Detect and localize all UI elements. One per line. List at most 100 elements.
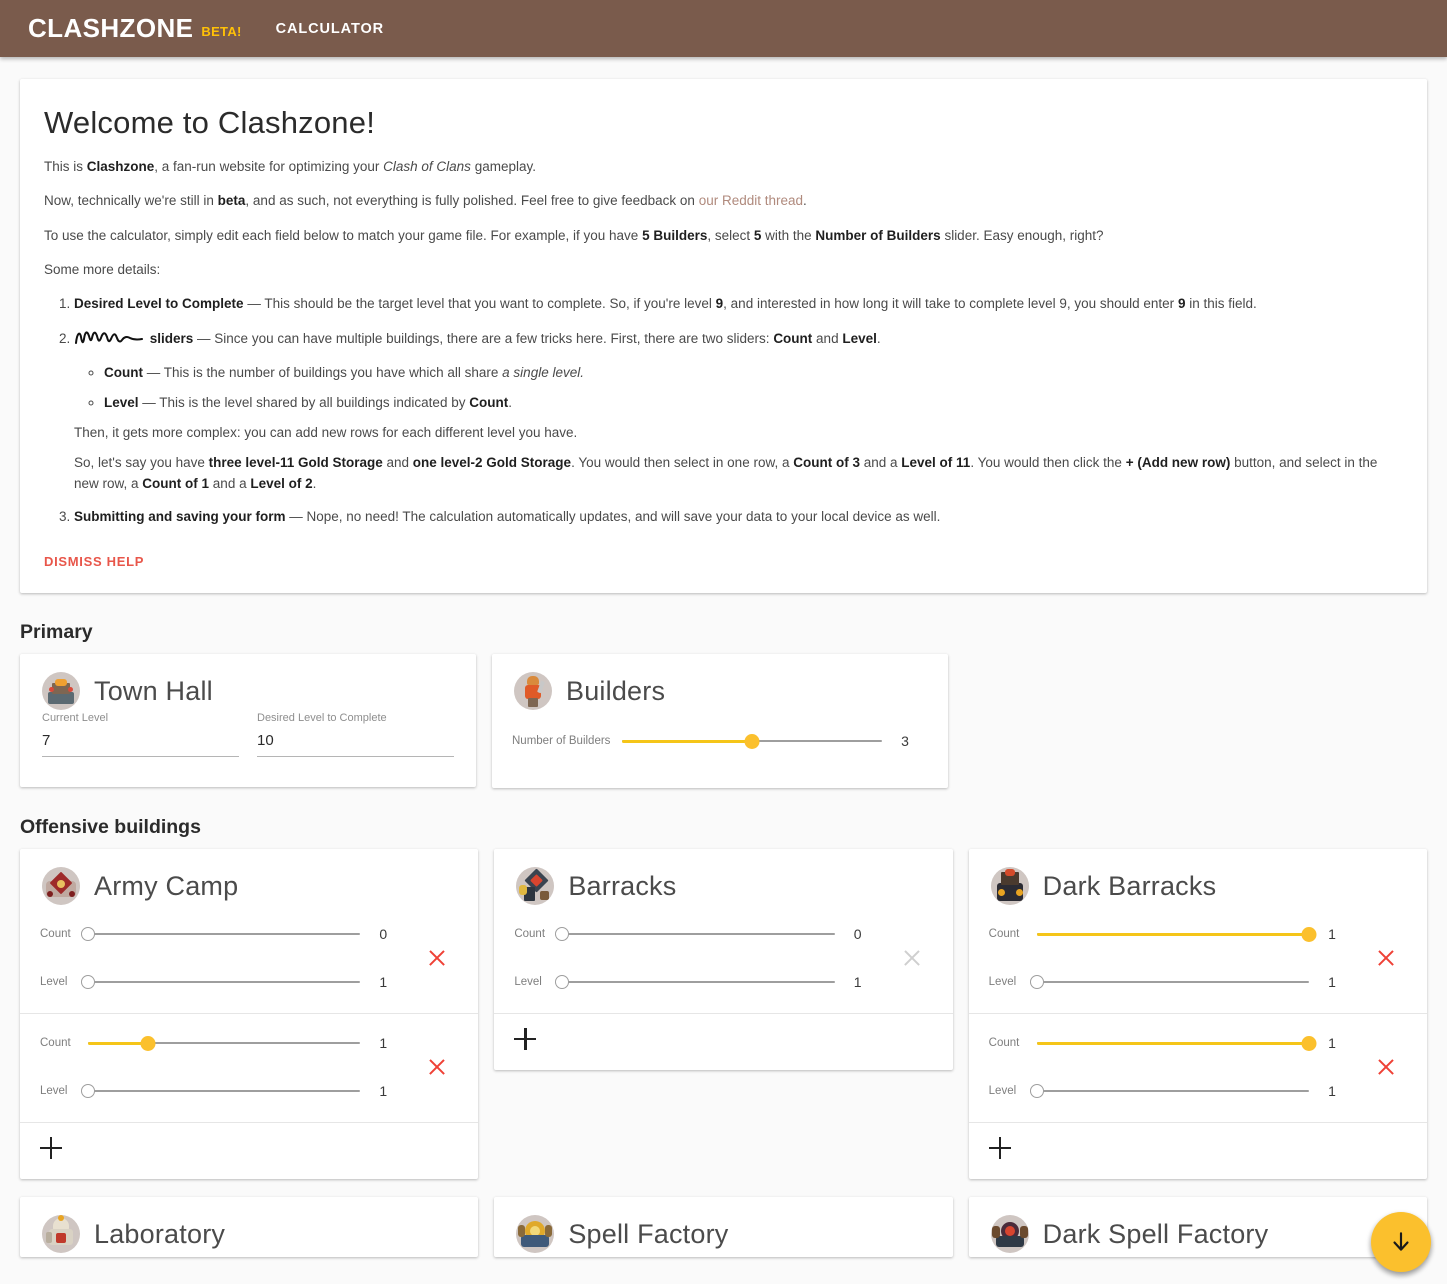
slider-thumb[interactable]: [555, 975, 570, 989]
text: , and interested in how long it will tak…: [723, 296, 1178, 311]
field-current-level: Current Level 7: [42, 712, 239, 757]
help-substep-level: Level — This is the level shared by all …: [104, 393, 1403, 413]
text-bold: Count: [773, 331, 813, 347]
bottom-buildings-grid: Laboratory Spell Factory Dark Spell Factor…: [0, 1197, 1447, 1257]
app-bar: CLASHZONE BETA! CALCULATOR: [0, 0, 1447, 57]
text: — This should be the target level that y…: [243, 296, 716, 311]
text: in this field.: [1185, 296, 1257, 311]
add-new-row-button[interactable]: [40, 1137, 62, 1159]
scroll-down-fab[interactable]: [1371, 1212, 1431, 1272]
slider-fill: [1036, 1041, 1309, 1045]
help-step2-example: So, let's say you have three level-11 Go…: [74, 453, 1403, 494]
slider-thumb[interactable]: [81, 975, 95, 989]
slider-value: 0: [379, 926, 388, 942]
barracks-icon: [516, 867, 555, 905]
nav-calculator[interactable]: CALCULATOR: [276, 21, 384, 37]
slider-thumb[interactable]: [140, 1035, 156, 1051]
help-paragraph-3: To use the calculator, simply edit each …: [44, 226, 1403, 246]
slider-fill: [88, 1041, 148, 1045]
field-label: Desired Level to Complete: [257, 712, 387, 724]
builders-slider-block: Number of Builders 3: [492, 710, 948, 788]
text-bold: Desired Level to Complete: [74, 296, 244, 311]
remove-row-button: [899, 945, 925, 971]
text: .: [803, 193, 807, 209]
count-slider[interactable]: [88, 1033, 361, 1053]
text: Now, technically we're still in: [44, 193, 218, 209]
current-level-input[interactable]: 7: [42, 732, 239, 757]
card-title: Builders: [566, 675, 666, 706]
squiggle-scribble-icon: [74, 327, 146, 353]
count-slider[interactable]: [1036, 1033, 1317, 1053]
slider-row: Count 0: [40, 921, 406, 947]
card-header: Laboratory: [20, 1197, 478, 1253]
text: , select: [707, 227, 754, 243]
card-header: Town Hall: [20, 654, 476, 710]
level-slider[interactable]: [555, 972, 835, 992]
count-slider[interactable]: [81, 924, 361, 944]
number-of-builders-slider[interactable]: [622, 731, 882, 751]
remove-row-button[interactable]: [1373, 1054, 1399, 1080]
laboratory-icon: [42, 1215, 80, 1253]
card-army-camp: Army Camp Count 0 Level 1 Count 1 Level 1: [20, 849, 479, 1179]
slider-thumb[interactable]: [1029, 1084, 1044, 1098]
card-dark-spell-factory: Dark Spell Factory: [968, 1197, 1427, 1257]
remove-row-button[interactable]: [1373, 945, 1399, 971]
add-row-area: [494, 1013, 953, 1070]
level-slider[interactable]: [81, 972, 361, 992]
slider-thumb[interactable]: [555, 927, 570, 941]
text: and a: [859, 455, 902, 471]
text-bold: beta: [217, 193, 246, 209]
slider-row: Count 1: [989, 921, 1355, 947]
slider-row: Count 0: [514, 921, 880, 947]
slider-thumb[interactable]: [1301, 1035, 1317, 1051]
add-new-row-button[interactable]: [988, 1137, 1011, 1159]
text: To use the calculator, simply edit each …: [44, 227, 643, 243]
slider-thumb[interactable]: [1029, 975, 1044, 989]
slider-thumb[interactable]: [744, 733, 760, 749]
slider-value: 1: [379, 1035, 388, 1051]
add-new-row-button[interactable]: [514, 1028, 537, 1050]
card-dark-barracks: Dark Barracks Count 1 Level 1 Count 1 Level 1: [968, 849, 1427, 1179]
dismiss-help-button[interactable]: DISMISS HELP: [44, 554, 144, 569]
text-bold: Clashzone: [86, 159, 155, 174]
text: and a: [209, 475, 251, 491]
slider-row: Level 1: [514, 969, 880, 995]
level-slider[interactable]: [1029, 972, 1309, 992]
level-slider[interactable]: [81, 1081, 361, 1101]
slider-thumb[interactable]: [81, 927, 95, 941]
text-bold: one level-2 Gold Storage: [412, 455, 572, 471]
remove-row-button[interactable]: [424, 945, 450, 971]
count-slider[interactable]: [1036, 924, 1317, 944]
level-slider[interactable]: [1029, 1081, 1309, 1101]
count-slider[interactable]: [555, 924, 835, 944]
card-title: Dark Barracks: [1042, 870, 1217, 901]
reddit-thread-link[interactable]: our Reddit thread: [699, 193, 803, 208]
building-row: Count 1 Level 1: [969, 905, 1427, 1013]
text-bold: Count: [104, 364, 143, 380]
page-title: Welcome to Clashzone!: [44, 105, 376, 140]
text-bold: Level of 2: [250, 475, 313, 491]
desired-level-input[interactable]: 10: [257, 732, 454, 757]
slider-value: 1: [379, 1083, 388, 1099]
text: .: [312, 475, 317, 491]
card-laboratory: Laboratory: [20, 1197, 479, 1257]
slider-thumb[interactable]: [1301, 926, 1317, 942]
card-title: Barracks: [568, 870, 677, 901]
text: — Nope, no need! The calculation automat…: [285, 508, 941, 524]
building-row: Count 0 Level 1: [20, 905, 478, 1013]
text: This is: [44, 159, 87, 174]
builders-slider-row: Number of Builders 3: [512, 728, 928, 754]
slider-track: [1036, 1090, 1309, 1092]
town-hall-fields: Current Level 7 Desired Level to Complet…: [20, 710, 476, 787]
slider-row: Count 1: [989, 1030, 1355, 1056]
slider-value: 1: [853, 974, 862, 990]
card-title: Dark Spell Factory: [1042, 1218, 1269, 1249]
text-bold: sliders: [149, 331, 194, 347]
dark-spell-factory-icon: [990, 1215, 1029, 1253]
card-header: Spell Factory: [494, 1197, 952, 1253]
slider-track: [88, 933, 361, 935]
brand-logo: CLASHZONE: [28, 13, 194, 43]
slider-thumb[interactable]: [81, 1084, 95, 1098]
spell-factory-icon: [516, 1215, 555, 1253]
remove-row-button[interactable]: [424, 1054, 450, 1080]
